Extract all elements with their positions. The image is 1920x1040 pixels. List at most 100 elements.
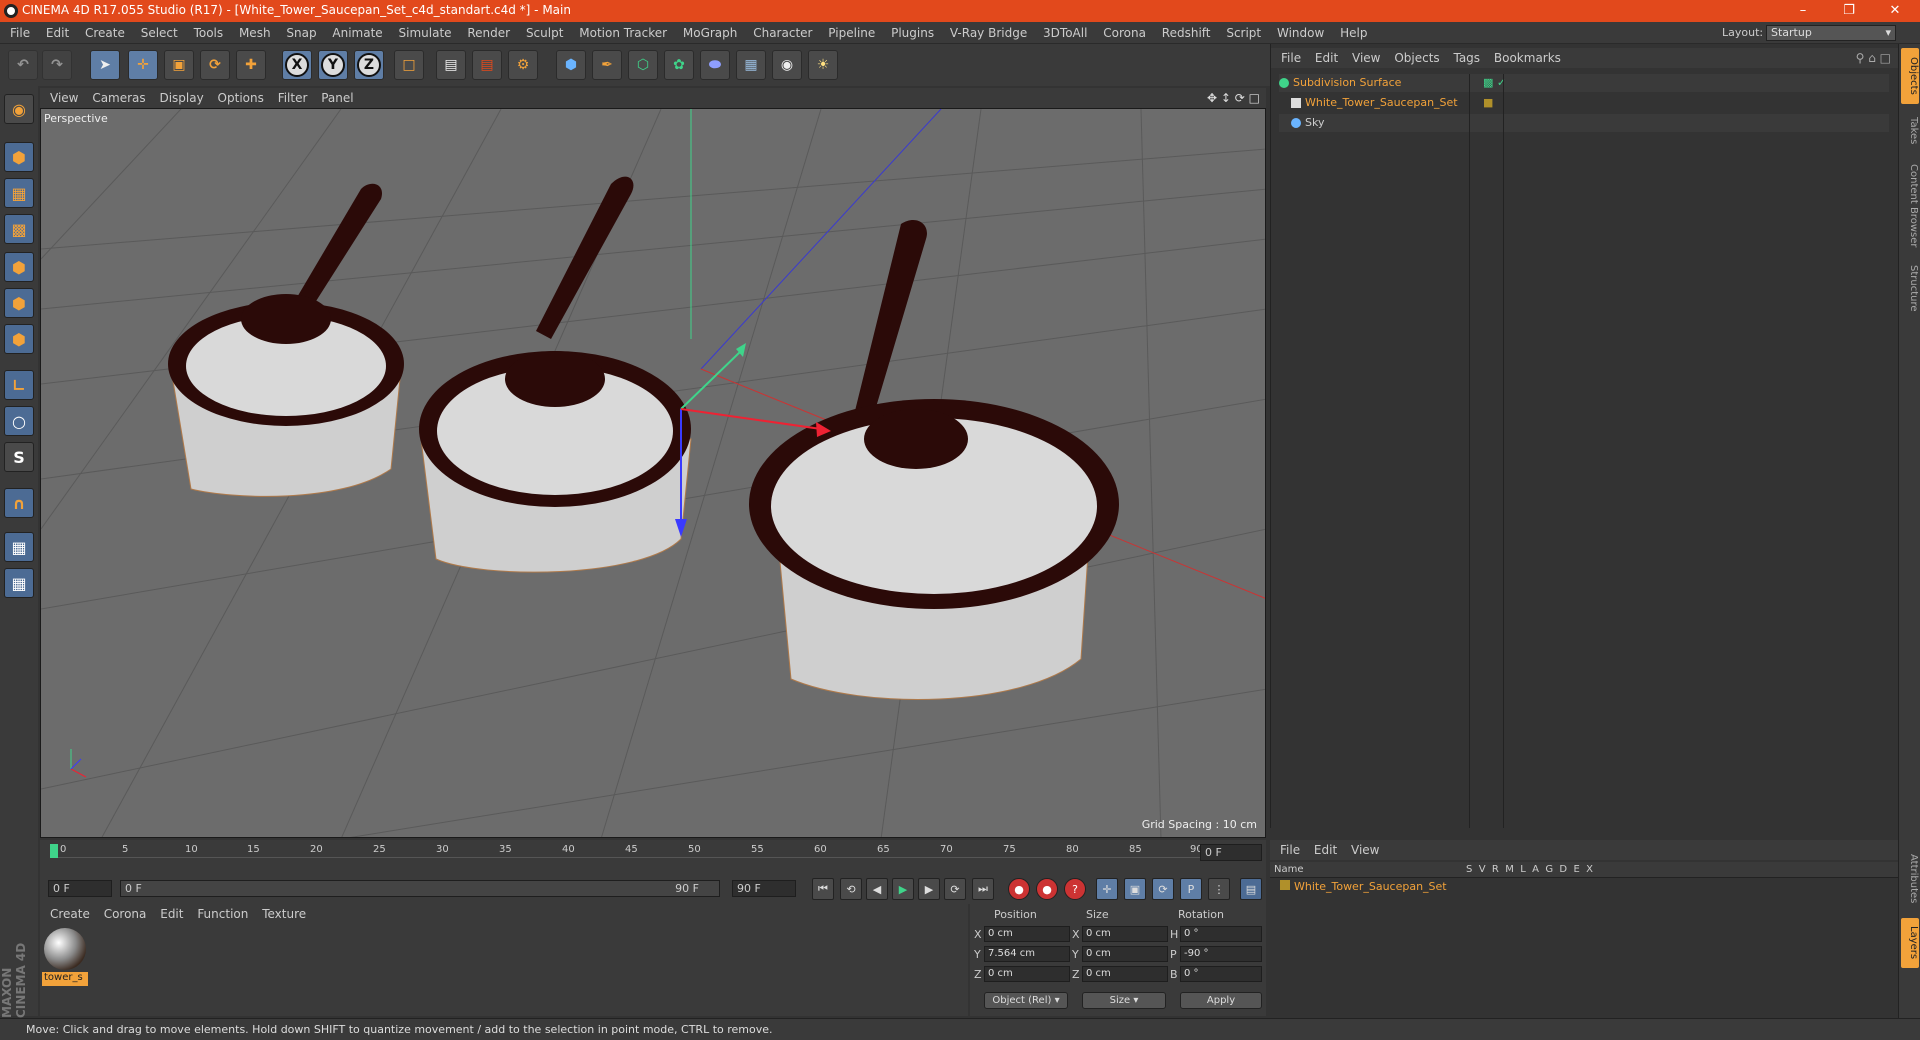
record-point-level-button[interactable]: ⋮ <box>1208 878 1230 900</box>
undo-button[interactable]: ↶ <box>8 50 38 80</box>
viewport-menu-options[interactable]: Options <box>218 88 264 108</box>
next-frame-button[interactable]: ▶ <box>918 878 940 900</box>
record-position-button[interactable]: ✛ <box>1096 878 1118 900</box>
viewport-menu-cameras[interactable]: Cameras <box>92 88 145 108</box>
menu-help[interactable]: Help <box>1334 22 1373 44</box>
object-row-sky[interactable]: Sky <box>1279 114 1889 132</box>
viewport-menu-view[interactable]: View <box>50 88 78 108</box>
material-menu-create[interactable]: Create <box>50 904 90 924</box>
menu-vray-bridge[interactable]: V-Ray Bridge <box>944 22 1033 44</box>
select-tool-button[interactable]: ➤ <box>90 50 120 80</box>
menu-sculpt[interactable]: Sculpt <box>520 22 569 44</box>
rotate-tool-button[interactable]: ⟳ <box>200 50 230 80</box>
scale-tool-button[interactable]: ▣ <box>164 50 194 80</box>
timeline-window-button[interactable]: ▤ <box>1240 878 1262 900</box>
obj-menu-bookmarks[interactable]: Bookmarks <box>1494 48 1561 68</box>
viewport-menu-display[interactable]: Display <box>159 88 203 108</box>
object-row-saucepan-set[interactable]: White_Tower_Saucepan_Set ■ <box>1279 94 1889 112</box>
menu-simulate[interactable]: Simulate <box>393 22 458 44</box>
menu-animate[interactable]: Animate <box>326 22 388 44</box>
x-axis-button[interactable]: X <box>282 50 312 80</box>
go-to-start-button[interactable]: ⏮ <box>812 878 834 900</box>
perspective-viewport[interactable]: Perspective Grid Spacing : 10 cm <box>40 108 1266 838</box>
menu-3dtoall[interactable]: 3DToAll <box>1037 22 1093 44</box>
menu-corona[interactable]: Corona <box>1097 22 1152 44</box>
menu-window[interactable]: Window <box>1271 22 1330 44</box>
obj-menu-file[interactable]: File <box>1281 48 1301 68</box>
record-rotation-button[interactable]: ⟳ <box>1152 878 1174 900</box>
menu-plugins[interactable]: Plugins <box>885 22 940 44</box>
material-preview[interactable] <box>44 928 86 970</box>
menu-create[interactable]: Create <box>79 22 131 44</box>
record-parameter-button[interactable]: P <box>1180 878 1202 900</box>
end-frame-field[interactable]: 90 F <box>732 880 796 897</box>
go-to-end-button[interactable]: ⏭ <box>972 878 994 900</box>
menu-pipeline[interactable]: Pipeline <box>822 22 881 44</box>
viewport-menu-filter[interactable]: Filter <box>278 88 308 108</box>
pos-z-field[interactable]: 0 cm <box>984 966 1070 982</box>
pen-spline-button[interactable]: ✒ <box>592 50 622 80</box>
floor-button[interactable]: ▦ <box>736 50 766 80</box>
search-icon[interactable]: ⚲ ⌂ □ <box>1856 48 1891 68</box>
tab-structure[interactable]: Structure <box>1901 258 1919 318</box>
transform-tool-button[interactable]: ✚ <box>236 50 266 80</box>
next-key-button[interactable]: ⟳ <box>944 878 966 900</box>
tab-layers[interactable]: Layers <box>1901 918 1919 968</box>
close-button[interactable]: ✕ <box>1872 0 1918 22</box>
frame-ruler[interactable]: 0 5 10 15 20 25 30 35 40 45 50 55 60 65 … <box>50 844 1203 858</box>
keyframe-selection-button[interactable]: ? <box>1064 878 1086 900</box>
coordinate-mode-select[interactable]: Object (Rel) ▾ <box>984 992 1068 1009</box>
material-name[interactable]: tower_s <box>42 972 88 986</box>
viewport-nav-icons[interactable]: ✥ ↕ ⟳ □ <box>1207 88 1260 108</box>
polygons-mode-button[interactable]: ⬢ <box>4 324 34 354</box>
layout-select[interactable]: Startup ▾ <box>1766 25 1896 41</box>
material-menu-function[interactable]: Function <box>197 904 248 924</box>
record-scale-button[interactable]: ▣ <box>1124 878 1146 900</box>
material-menu-edit[interactable]: Edit <box>160 904 183 924</box>
start-frame-field[interactable]: 0 F <box>48 880 112 897</box>
edges-mode-button[interactable]: ⬢ <box>4 288 34 318</box>
material-menu-texture[interactable]: Texture <box>262 904 306 924</box>
layer-row[interactable]: White_Tower_Saucepan_Set <box>1280 880 1447 893</box>
menu-file[interactable]: File <box>4 22 36 44</box>
object-row-subdivision[interactable]: Subdivision Surface ▩ ✓ <box>1279 74 1889 92</box>
texture-mode-button[interactable]: ▦ <box>4 178 34 208</box>
render-picture-viewer-button[interactable]: ▤ <box>472 50 502 80</box>
frame-range-slider[interactable]: 0 F 90 F <box>120 880 720 897</box>
menu-character[interactable]: Character <box>747 22 818 44</box>
menu-mesh[interactable]: Mesh <box>233 22 277 44</box>
z-axis-button[interactable]: Z <box>354 50 384 80</box>
tab-content-browser[interactable]: Content Browser <box>1901 158 1919 254</box>
render-settings-button[interactable]: ⚙ <box>508 50 538 80</box>
make-editable-button[interactable]: ◉ <box>4 94 34 124</box>
rot-b-field[interactable]: 0 ° <box>1180 966 1262 982</box>
previous-frame-button[interactable]: ◀ <box>866 878 888 900</box>
move-tool-button[interactable]: ✛ <box>128 50 158 80</box>
auto-key-button[interactable]: ● <box>1036 878 1058 900</box>
menu-edit[interactable]: Edit <box>40 22 75 44</box>
obj-menu-tags[interactable]: Tags <box>1453 48 1480 68</box>
camera-button[interactable]: ◉ <box>772 50 802 80</box>
axis-mode-button[interactable]: ∟ <box>4 370 34 400</box>
maximize-button[interactable]: ❐ <box>1826 0 1872 22</box>
pos-x-field[interactable]: 0 cm <box>984 926 1070 942</box>
menu-redshift[interactable]: Redshift <box>1156 22 1217 44</box>
material-menu-corona[interactable]: Corona <box>104 904 147 924</box>
coordinate-system-button[interactable]: □ <box>394 50 424 80</box>
subdivision-button[interactable]: ⬡ <box>628 50 658 80</box>
tab-objects[interactable]: Objects <box>1901 48 1919 104</box>
obj-menu-objects[interactable]: Objects <box>1394 48 1439 68</box>
size-y-field[interactable]: 0 cm <box>1082 946 1168 962</box>
menu-script[interactable]: Script <box>1220 22 1267 44</box>
viewport-menu-panel[interactable]: Panel <box>321 88 353 108</box>
lock-workplane-button[interactable]: ▦ <box>4 532 34 562</box>
planar-workplane-button[interactable]: ▦ <box>4 568 34 598</box>
model-mode-button[interactable]: ⬢ <box>4 142 34 172</box>
menu-tools[interactable]: Tools <box>188 22 230 44</box>
playhead[interactable] <box>50 844 58 858</box>
snap-button[interactable]: S <box>4 442 34 472</box>
deformer-button[interactable]: ⬬ <box>700 50 730 80</box>
redo-button[interactable]: ↷ <box>42 50 72 80</box>
size-x-field[interactable]: 0 cm <box>1082 926 1168 942</box>
previous-key-button[interactable]: ⟲ <box>840 878 862 900</box>
